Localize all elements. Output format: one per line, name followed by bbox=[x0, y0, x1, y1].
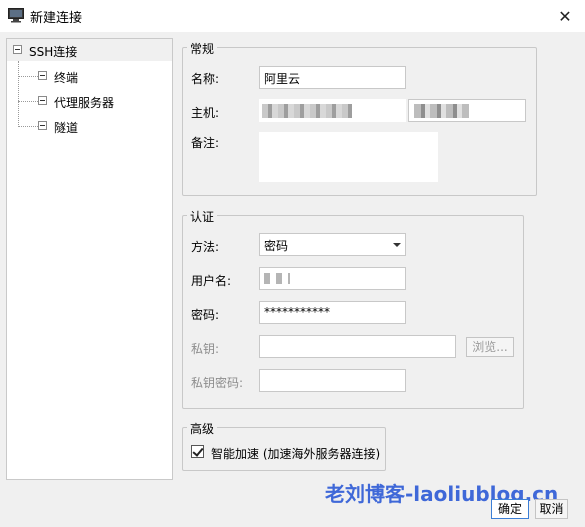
tree-item-label: SSH连接 bbox=[29, 45, 78, 59]
tree-item-ssh[interactable]: SSH连接 bbox=[7, 39, 172, 61]
redacted-host bbox=[262, 104, 352, 118]
tree-item-label: 隧道 bbox=[54, 121, 79, 135]
title-bar: 新建连接 ✕ bbox=[0, 0, 585, 32]
key-password-field[interactable] bbox=[259, 369, 406, 392]
tree-connector bbox=[18, 126, 38, 127]
terminal-window-icon bbox=[8, 8, 24, 23]
minus-box-icon[interactable] bbox=[38, 96, 47, 105]
new-connection-dialog: 新建连接 ✕ SSH连接 终端 代理服务器 隧道 常规 名称: 阿里云 主机: … bbox=[0, 0, 585, 527]
password-label: 密码: bbox=[191, 308, 220, 322]
ok-button[interactable]: 确定 bbox=[491, 499, 529, 519]
redacted-username bbox=[264, 273, 290, 284]
browse-button[interactable]: 浏览... bbox=[466, 337, 514, 357]
username-label: 用户名: bbox=[191, 274, 232, 288]
minus-box-icon[interactable] bbox=[38, 121, 47, 130]
method-label: 方法: bbox=[191, 240, 220, 254]
group-title: 高级 bbox=[187, 420, 218, 437]
redacted-host-port bbox=[414, 104, 469, 118]
tree-connector bbox=[18, 61, 19, 127]
private-key-label: 私钥: bbox=[191, 342, 220, 356]
tree-item-label: 代理服务器 bbox=[54, 96, 115, 110]
name-label: 名称: bbox=[191, 72, 220, 86]
accelerate-checkbox[interactable] bbox=[191, 445, 204, 458]
group-title: 认证 bbox=[187, 208, 218, 225]
host-label: 主机: bbox=[191, 106, 220, 120]
accelerate-label[interactable]: 智能加速 (加速海外服务器连接) bbox=[211, 445, 380, 462]
dialog-title: 新建连接 bbox=[30, 11, 83, 26]
remark-field[interactable] bbox=[259, 132, 438, 182]
remark-label: 备注: bbox=[191, 136, 220, 150]
close-button[interactable]: ✕ bbox=[545, 0, 585, 32]
private-key-field[interactable] bbox=[259, 335, 456, 358]
group-title: 常规 bbox=[187, 40, 218, 57]
cancel-button[interactable]: 取消 bbox=[535, 499, 568, 519]
minus-box-icon[interactable] bbox=[13, 45, 22, 54]
minus-box-icon[interactable] bbox=[38, 71, 47, 80]
password-field[interactable]: *********** bbox=[259, 301, 406, 324]
chevron-down-icon bbox=[393, 243, 401, 247]
settings-tree: SSH连接 终端 代理服务器 隧道 bbox=[6, 38, 173, 480]
tree-connector bbox=[18, 76, 38, 77]
close-icon: ✕ bbox=[558, 6, 572, 26]
tree-connector bbox=[18, 101, 38, 102]
method-select[interactable]: 密码 bbox=[259, 233, 406, 256]
name-field[interactable]: 阿里云 bbox=[259, 66, 406, 89]
method-select-value: 密码 bbox=[264, 239, 289, 253]
tree-item-label: 终端 bbox=[54, 71, 79, 85]
key-password-label: 私钥密码: bbox=[191, 376, 244, 390]
